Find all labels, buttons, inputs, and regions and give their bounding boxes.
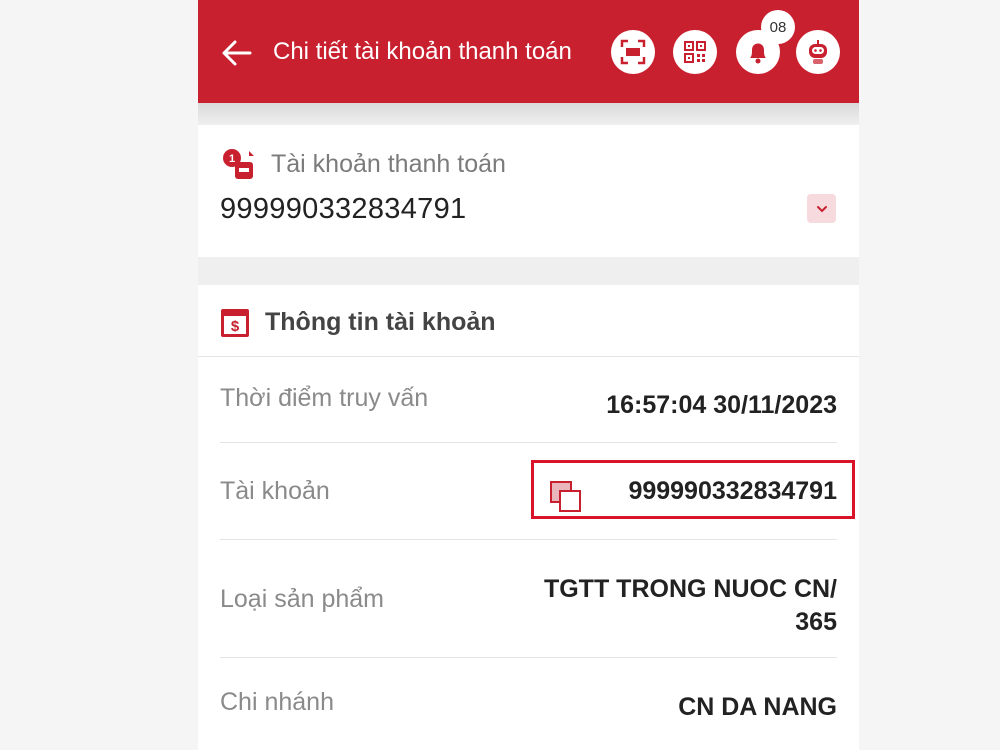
info-row-query-time: Thời điểm truy vấn 16:57:04 30/11/2023 xyxy=(220,357,837,443)
top-app-bar: Chi tiết tài khoản thanh toán 08 xyxy=(198,0,859,103)
account-value: 999990332834791 xyxy=(628,477,837,505)
account-info-title: Thông tin tài khoản xyxy=(265,308,496,336)
back-button[interactable] xyxy=(220,36,254,70)
bell-icon xyxy=(750,43,766,64)
info-row-product-type: Loại sản phẩm TGTT TRONG NUOC CN/ 365 xyxy=(220,540,837,658)
product-type-value-line1: TGTT TRONG NUOC CN/ xyxy=(543,575,837,603)
svg-text:1: 1 xyxy=(229,153,235,165)
info-row-account: Tài khoản 999990332834791 xyxy=(220,443,837,540)
notification-badge: 08 xyxy=(761,10,795,44)
svg-text:$: $ xyxy=(231,318,240,335)
query-time-value: 16:57:04 30/11/2023 xyxy=(606,391,837,419)
header-shadow xyxy=(198,103,859,125)
selected-account-number: 999990332834791 xyxy=(220,193,467,225)
copy-icon xyxy=(550,481,581,512)
account-icon: 1 xyxy=(223,149,254,179)
assistant-button[interactable] xyxy=(796,30,840,74)
robot-icon xyxy=(809,40,827,64)
page-title: Chi tiết tài khoản thanh toán xyxy=(273,38,572,65)
qr-code-button[interactable] xyxy=(673,30,717,74)
account-info-card: $ Thông tin tài khoản Thời điểm truy vấn… xyxy=(198,285,859,750)
branch-value: CN DA NANG xyxy=(678,693,837,721)
query-time-label: Thời điểm truy vấn xyxy=(220,384,429,412)
info-row-branch: Chi nhánh CN DA NANG xyxy=(220,658,837,748)
copy-account-button[interactable] xyxy=(549,480,583,514)
account-dropdown-button[interactable] xyxy=(807,194,836,223)
account-label: Tài khoản xyxy=(220,477,330,505)
branch-label: Chi nhánh xyxy=(220,688,334,716)
app-screen: Chi tiết tài khoản thanh toán 08 1 Tài k… xyxy=(198,0,859,750)
account-info-header: $ Thông tin tài khoản xyxy=(198,285,859,357)
account-type-label: Tài khoản thanh toán xyxy=(271,150,506,178)
arrow-left-icon xyxy=(222,40,252,66)
scan-icon xyxy=(620,39,646,65)
account-selector-card[interactable]: 1 Tài khoản thanh toán 999990332834791 xyxy=(198,125,859,257)
dollar-document-icon: $ xyxy=(221,309,249,337)
product-type-value: TGTT TRONG NUOC CN/ 365 xyxy=(544,573,837,639)
qr-code-icon xyxy=(684,41,706,63)
product-type-label: Loại sản phẩm xyxy=(220,585,385,613)
scan-button[interactable] xyxy=(611,30,655,74)
chevron-down-icon xyxy=(816,205,827,212)
product-type-value-line2: 365 xyxy=(795,608,837,636)
